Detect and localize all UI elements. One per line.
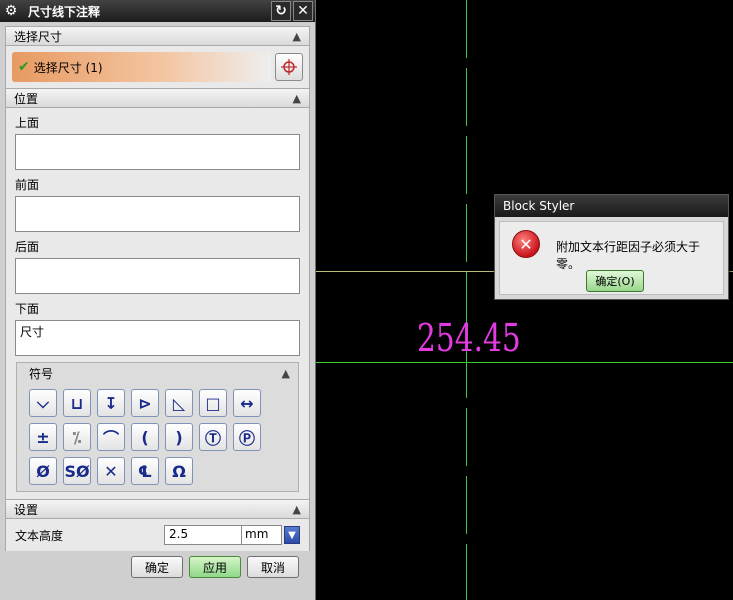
apply-button[interactable]: 应用 xyxy=(189,556,241,578)
section-select-dimension: ✔ 选择尺寸 (1) xyxy=(5,46,310,88)
diameter-symbol-button[interactable]: Ø xyxy=(29,457,57,485)
collapse-icon: ▲ xyxy=(292,29,301,43)
cancel-button[interactable]: 取消 xyxy=(247,556,299,578)
after-label: 后面 xyxy=(15,240,40,254)
ok-button[interactable]: 确定 xyxy=(131,556,183,578)
below-label: 下面 xyxy=(15,302,40,316)
after-text-field[interactable] xyxy=(15,258,300,294)
slope-symbol-button[interactable]: ◺ xyxy=(165,389,193,417)
depth-symbol-button[interactable]: ↧ xyxy=(97,389,125,417)
degree-symbol-button[interactable]: ⁒ xyxy=(63,423,91,451)
checkmark-icon: ✔ xyxy=(18,59,30,75)
countersink-symbol-button[interactable]: ⌵ xyxy=(29,389,57,417)
dialog-titlebar: ⚙ 尺寸线下注释 ↻ ✕ xyxy=(0,0,315,22)
symbol-grid: ⌵ ⊔ ↧ ⊳ ◺ □ ↔ ± ⁒ ⌒ ( ) Ⓣ Ⓟ Ø SØ ✕ ℄ Ω xyxy=(17,383,298,485)
before-text-field[interactable] xyxy=(15,196,300,232)
selected-dimension[interactable]: ✔ 选择尺寸 (1) xyxy=(12,52,271,82)
projected-tolerance-symbol-button[interactable]: Ⓟ xyxy=(233,423,261,451)
crosshair-icon xyxy=(281,59,297,75)
above-label: 上面 xyxy=(15,116,40,130)
collapse-icon: ▲ xyxy=(292,502,301,516)
left-paren-symbol-button[interactable]: ( xyxy=(131,423,159,451)
section-title: 选择尺寸 xyxy=(14,29,63,44)
below-text-field[interactable]: 尺寸 xyxy=(15,320,300,356)
right-paren-symbol-button[interactable]: ) xyxy=(165,423,193,451)
error-icon: ✕ xyxy=(512,230,540,258)
section-settings: 文本高度 2.5 mm ▼ xyxy=(5,519,310,551)
unit-dropdown-icon[interactable]: ▼ xyxy=(284,526,300,544)
symbols-title: 符号 xyxy=(29,366,54,381)
plus-minus-symbol-button[interactable]: ± xyxy=(29,423,57,451)
spherical-diameter-symbol-button[interactable]: SØ xyxy=(63,457,91,485)
dimension-value[interactable]: 254.45 xyxy=(417,316,521,360)
section-header-select-dimension[interactable]: 选择尺寸 ▲ xyxy=(5,26,310,46)
tangent-plane-symbol-button[interactable]: Ⓣ xyxy=(199,423,227,451)
section-title: 设置 xyxy=(14,502,39,517)
symbols-panel: 符号 ▲ ⌵ ⊔ ↧ ⊳ ◺ □ ↔ ± ⁒ ⌒ ( ) Ⓣ Ⓟ Ø SØ ✕ xyxy=(16,362,299,492)
reset-icon[interactable]: ↻ xyxy=(271,1,291,21)
section-header-settings[interactable]: 设置 ▲ xyxy=(5,499,310,519)
alert-ok-button[interactable]: 确定(O) xyxy=(586,270,644,292)
square-symbol-button[interactable]: □ xyxy=(199,389,227,417)
arc-length-symbol-button[interactable]: ⌒ xyxy=(97,423,125,451)
counterbore-symbol-button[interactable]: ⊔ xyxy=(63,389,91,417)
annotation-dialog: ⚙ 尺寸线下注释 ↻ ✕ 选择尺寸 ▲ ✔ 选择尺寸 (1) 位置 ▲ 上面 前… xyxy=(0,0,316,600)
section-header-position[interactable]: 位置 ▲ xyxy=(5,88,310,108)
gear-icon[interactable]: ⚙ xyxy=(0,0,22,22)
selected-dimension-label: 选择尺寸 (1) xyxy=(33,60,103,75)
omega-symbol-button[interactable]: Ω xyxy=(165,457,193,485)
alert-body: ✕ 附加文本行距因子必须大于零。 确定(O) xyxy=(499,221,724,295)
alert-title: Block Styler xyxy=(495,195,728,217)
text-height-label: 文本高度 xyxy=(15,528,64,543)
collapse-icon: ▲ xyxy=(292,91,301,105)
above-text-field[interactable] xyxy=(15,134,300,170)
dialog-title: 尺寸线下注释 xyxy=(28,4,101,19)
alert-message: 附加文本行距因子必须大于零。 xyxy=(556,240,701,271)
error-alert-dialog: Block Styler ✕ 附加文本行距因子必须大于零。 确定(O) xyxy=(494,194,729,300)
text-height-input[interactable]: 2.5 xyxy=(164,525,242,545)
unit-label: mm xyxy=(242,525,282,545)
horizontal-green-line xyxy=(312,362,733,363)
select-object-button[interactable] xyxy=(275,53,303,81)
symbols-header[interactable]: 符号 ▲ xyxy=(17,363,298,383)
all-around-symbol-button[interactable]: ↔ xyxy=(233,389,261,417)
section-position: 上面 前面 后面 下面 尺寸 符号 ▲ ⌵ ⊔ ↧ ⊳ ◺ □ ↔ ± ⁒ ⌒ xyxy=(5,108,310,499)
collapse-icon: ▲ xyxy=(281,366,290,380)
before-label: 前面 xyxy=(15,178,40,192)
multiply-symbol-button[interactable]: ✕ xyxy=(97,457,125,485)
dialog-footer: 确定 应用 取消 xyxy=(0,556,315,578)
conical-taper-symbol-button[interactable]: ⊳ xyxy=(131,389,159,417)
close-icon[interactable]: ✕ xyxy=(293,1,313,21)
vertical-guide-line xyxy=(466,0,467,600)
section-title: 位置 xyxy=(14,91,39,106)
centerline-symbol-button[interactable]: ℄ xyxy=(131,457,159,485)
